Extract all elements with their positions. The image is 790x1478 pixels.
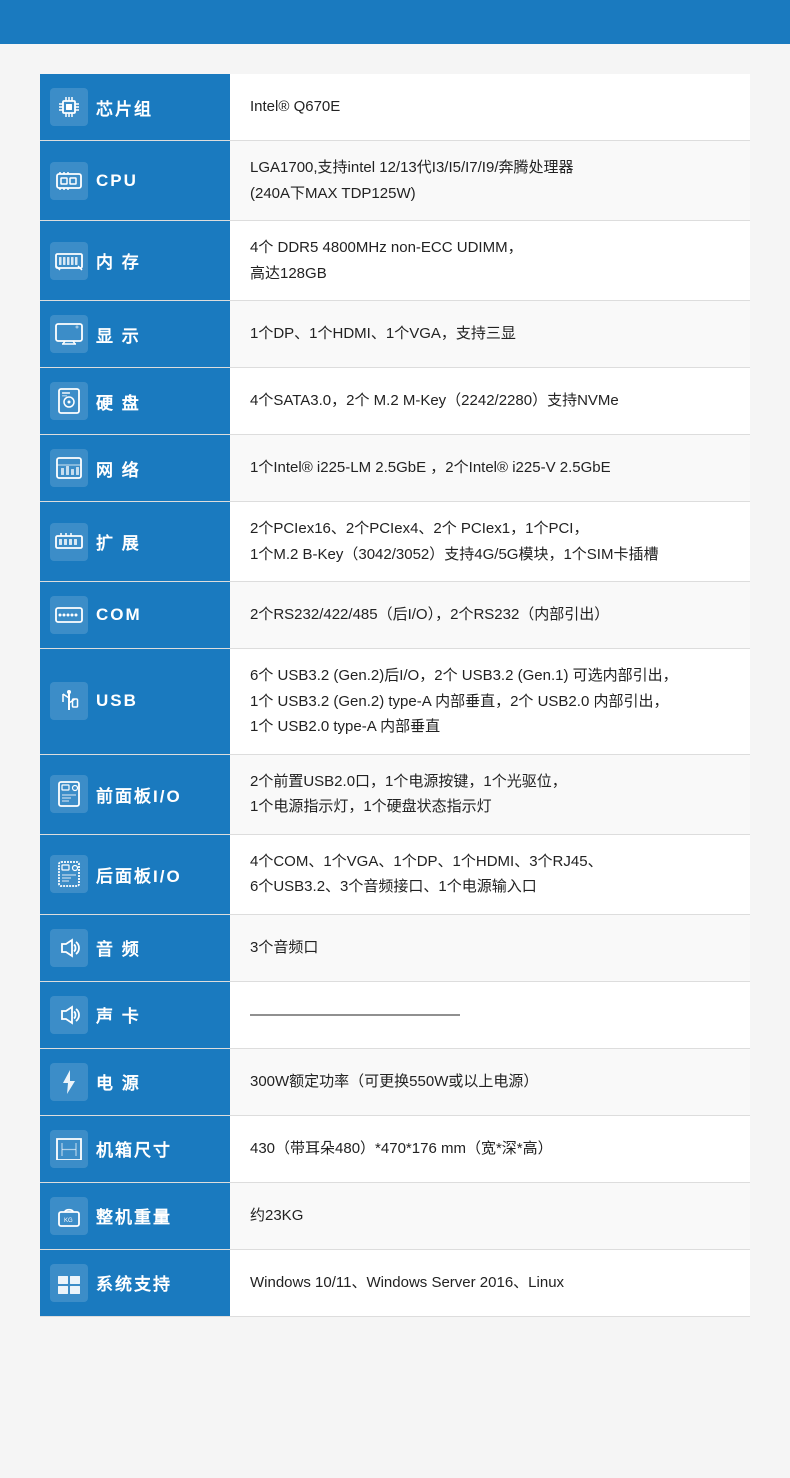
label-cell-soundcard: 声 卡 — [40, 981, 230, 1048]
label-text-storage: 硬 盘 — [96, 389, 141, 414]
weight-icon: KG — [50, 1197, 88, 1235]
value-cell-chassis: 430（带耳朵480）*470*176 mm（宽*深*高） — [230, 1115, 750, 1182]
value-cell-com: 2个RS232/422/485（后I/O），2个RS232（内部引出） — [230, 582, 750, 649]
value-cell-expansion: 2个PCIex16、2个PCIex4、2个 PCIex1，1个PCI，1个M.2… — [230, 502, 750, 582]
label-text-cpu: CPU — [96, 171, 138, 191]
chipset-icon — [50, 88, 88, 126]
label-cell-rear-io: 后面板I/O — [40, 834, 230, 914]
label-text-network: 网 络 — [96, 456, 141, 481]
value-cell-network: 1个Intel® i225-LM 2.5GbE ，2个Intel® i225-V… — [230, 435, 750, 502]
spec-table-wrapper: 芯片组 Intel® Q670E CPU LGA1700,支持intel 12/13代… — [0, 44, 790, 1357]
label-text-audio: 音 频 — [96, 935, 141, 960]
table-row: KG 整机重量 约23KG — [40, 1182, 750, 1249]
label-cell-audio: 音 频 — [40, 914, 230, 981]
label-text-os: 系统支持 — [96, 1270, 172, 1295]
label-cell-chipset: 芯片组 — [40, 74, 230, 141]
value-cell-power: 300W额定功率（可更换550W或以上电源） — [230, 1048, 750, 1115]
value-cell-soundcard: —————————————— — [230, 981, 750, 1048]
value-cell-storage: 4个SATA3.0，2个 M.2 M-Key（2242/2280）支持NVMe — [230, 368, 750, 435]
label-cell-memory: 内 存 — [40, 221, 230, 301]
label-text-soundcard: 声 卡 — [96, 1002, 141, 1027]
label-cell-usb: USB — [40, 649, 230, 755]
table-row: 前面板I/O 2个前置USB2.0口，1个电源按键，1个光驱位，1个电源指示灯，1… — [40, 754, 750, 834]
label-text-power: 电 源 — [96, 1069, 141, 1094]
value-cell-memory: 4个 DDR5 4800MHz non-ECC UDIMM，高达128GB — [230, 221, 750, 301]
label-cell-power: 电 源 — [40, 1048, 230, 1115]
value-cell-cpu: LGA1700,支持intel 12/13代I3/I5/I7/I9/奔腾处理器(… — [230, 141, 750, 221]
label-text-display: 显 示 — [96, 322, 141, 347]
os-icon — [50, 1264, 88, 1302]
label-cell-os: 系统支持 — [40, 1249, 230, 1316]
label-text-memory: 内 存 — [96, 248, 141, 273]
table-row: 硬 盘 4个SATA3.0，2个 M.2 M-Key（2242/2280）支持NV… — [40, 368, 750, 435]
soundcard-icon — [50, 996, 88, 1034]
table-row: 网 络 1个Intel® i225-LM 2.5GbE ，2个Intel® i22… — [40, 435, 750, 502]
label-text-rear-io: 后面板I/O — [96, 862, 182, 887]
memory-icon — [50, 242, 88, 280]
usb-icon — [50, 682, 88, 720]
table-row: COM 2个RS232/422/485（后I/O），2个RS232（内部引出） — [40, 582, 750, 649]
header — [0, 0, 790, 44]
table-row: 声 卡 —————————————— — [40, 981, 750, 1048]
table-row: 扩 展 2个PCIex16、2个PCIex4、2个 PCIex1，1个PCI，1个… — [40, 502, 750, 582]
value-cell-audio: 3个音频口 — [230, 914, 750, 981]
power-icon — [50, 1063, 88, 1101]
table-row: 机箱尺寸 430（带耳朵480）*470*176 mm（宽*深*高） — [40, 1115, 750, 1182]
front-io-icon — [50, 775, 88, 813]
label-text-com: COM — [96, 605, 142, 625]
table-row: USB 6个 USB3.2 (Gen.2)后I/O，2个 USB3.2 (Gen.… — [40, 649, 750, 755]
value-cell-os: Windows 10/11、Windows Server 2016、Linux — [230, 1249, 750, 1316]
value-cell-front-io: 2个前置USB2.0口，1个电源按键，1个光驱位，1个电源指示灯，1个硬盘状态指… — [230, 754, 750, 834]
value-cell-rear-io: 4个COM、1个VGA、1个DP、1个HDMI、3个RJ45、6个USB3.2、… — [230, 834, 750, 914]
value-cell-display: 1个DP、1个HDMI、1个VGA，支持三显 — [230, 301, 750, 368]
expansion-icon — [50, 523, 88, 561]
table-row: 后面板I/O 4个COM、1个VGA、1个DP、1个HDMI、3个RJ45、6个U… — [40, 834, 750, 914]
com-icon — [50, 596, 88, 634]
svg-text:KG: KG — [64, 1218, 73, 1224]
label-cell-network: 网 络 — [40, 435, 230, 502]
label-text-expansion: 扩 展 — [96, 529, 141, 554]
label-cell-front-io: 前面板I/O — [40, 754, 230, 834]
label-cell-weight: KG 整机重量 — [40, 1182, 230, 1249]
label-cell-expansion: 扩 展 — [40, 502, 230, 582]
table-row: 显 示 1个DP、1个HDMI、1个VGA，支持三显 — [40, 301, 750, 368]
rear-io-icon — [50, 855, 88, 893]
label-text-chassis: 机箱尺寸 — [96, 1136, 172, 1161]
table-row: 系统支持 Windows 10/11、Windows Server 2016、Li… — [40, 1249, 750, 1316]
network-icon — [50, 449, 88, 487]
value-cell-usb: 6个 USB3.2 (Gen.2)后I/O，2个 USB3.2 (Gen.1) … — [230, 649, 750, 755]
label-text-front-io: 前面板I/O — [96, 782, 182, 807]
table-row: CPU LGA1700,支持intel 12/13代I3/I5/I7/I9/奔腾处… — [40, 141, 750, 221]
table-row: 芯片组 Intel® Q670E — [40, 74, 750, 141]
label-cell-cpu: CPU — [40, 141, 230, 221]
value-cell-chipset: Intel® Q670E — [230, 74, 750, 141]
label-text-chipset: 芯片组 — [96, 95, 153, 120]
table-row: 电 源 300W额定功率（可更换550W或以上电源） — [40, 1048, 750, 1115]
table-row: 音 频 3个音频口 — [40, 914, 750, 981]
table-row: 内 存 4个 DDR5 4800MHz non-ECC UDIMM，高达128GB — [40, 221, 750, 301]
label-cell-display: 显 示 — [40, 301, 230, 368]
display-icon — [50, 315, 88, 353]
audio-icon — [50, 929, 88, 967]
label-text-usb: USB — [96, 691, 138, 711]
label-cell-chassis: 机箱尺寸 — [40, 1115, 230, 1182]
value-cell-weight: 约23KG — [230, 1182, 750, 1249]
cpu-icon — [50, 162, 88, 200]
label-cell-storage: 硬 盘 — [40, 368, 230, 435]
spec-table: 芯片组 Intel® Q670E CPU LGA1700,支持intel 12/13代… — [40, 74, 750, 1317]
label-text-weight: 整机重量 — [96, 1203, 172, 1228]
storage-icon — [50, 382, 88, 420]
label-cell-com: COM — [40, 582, 230, 649]
chassis-icon — [50, 1130, 88, 1168]
